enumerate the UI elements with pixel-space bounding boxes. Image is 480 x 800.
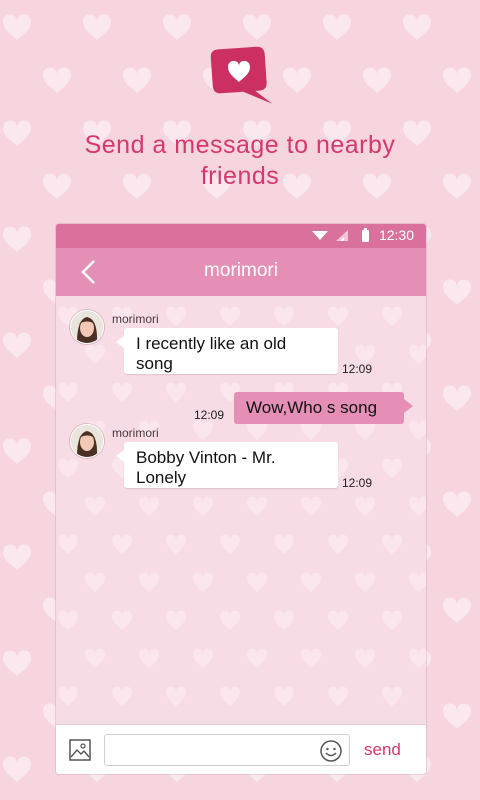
send-button[interactable]: send [364,740,401,760]
message-text-line: song [136,354,173,373]
message-bubble-incoming[interactable]: I recently like an old song [116,328,338,374]
message-text-line: Lonely [136,468,187,487]
message-time: 12:09 [194,408,225,422]
wifi-icon [312,231,328,240]
message-composer: send [56,724,426,774]
message-input[interactable] [104,734,350,766]
status-icons [312,228,369,242]
message-bubble-outgoing[interactable]: Wow,Who s song [234,392,413,424]
message-bubble-incoming[interactable]: Bobby Vinton - Mr. Lonely [116,442,338,488]
headline-line2: friends [200,162,280,190]
message-text: Wow,Who s song [246,398,378,417]
chat-heart-logo-icon [210,46,273,104]
avatar[interactable] [70,424,104,458]
message-text-line: Bobby Vinton - Mr. [136,448,276,467]
chat-title: morimori [204,260,278,281]
message-time: 12:09 [342,362,373,376]
headline: Send a message to nearby friends [0,130,480,192]
headline-line1: Send a message to nearby [84,131,396,159]
phone-frame: 12:30 morimori morimori I recently like … [56,224,426,774]
avatar[interactable] [70,310,104,344]
battery-icon [362,228,369,242]
smiley-icon[interactable] [319,739,343,763]
status-bar: 12:30 [56,224,426,248]
message-time: 12:09 [342,476,373,490]
sender-name: morimori [112,426,159,440]
image-icon[interactable] [68,738,92,762]
sender-name: morimori [112,312,159,326]
message-text-line: I recently like an old [136,334,287,353]
status-time: 12:30 [378,227,414,243]
signal-icon [336,230,348,241]
chat-header: morimori [56,248,426,296]
